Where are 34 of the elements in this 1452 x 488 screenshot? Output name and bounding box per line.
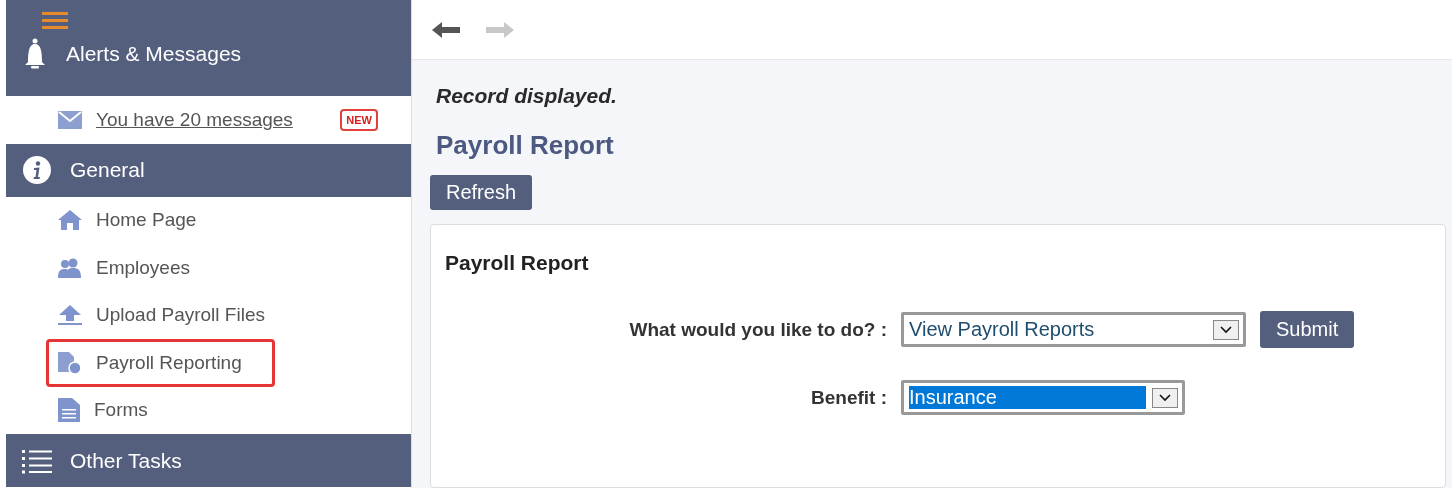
new-badge: NEW [340,108,378,131]
refresh-button[interactable]: Refresh [430,175,533,210]
caret-icon [1152,387,1178,408]
page-title: Payroll Report [436,130,614,161]
info-icon [22,155,52,185]
status-message: Record displayed. [436,84,617,108]
caret-icon [1213,319,1239,340]
field-label: Benefit : [810,386,887,409]
people-icon [58,257,82,278]
house-icon [58,210,82,231]
section-title: Alerts & Messages [66,42,242,66]
sidebar-item[interactable]: Home Page [46,196,230,244]
dropdown[interactable]: View Payroll Reports [901,312,1246,347]
sidebar-item[interactable]: Payroll Reporting [46,339,275,387]
list-icon [22,447,52,474]
form-icon [58,398,80,423]
sidebar-item[interactable]: Upload Payroll Files [46,291,298,339]
sidebar-item[interactable]: Employees [46,244,223,292]
field-label: What would you like to do? : [628,318,887,341]
sidebar-item[interactable]: You have 20 messages NEW [46,96,411,144]
section-header[interactable]: General [6,143,411,197]
menu-icon[interactable] [42,12,68,30]
card-title: Payroll Report [445,251,590,275]
section-title: Other Tasks [70,448,182,473]
back-arrow-icon[interactable] [432,21,460,38]
section-header[interactable]: Other Tasks [6,434,411,487]
submit-button[interactable]: Submit [1260,311,1355,348]
dropdown[interactable]: Insurance [901,380,1185,415]
sidebar-item[interactable]: Forms [46,386,181,434]
upload-icon [58,305,82,326]
section-header[interactable]: Alerts & Messages [6,0,411,96]
envelope-icon [58,110,82,129]
section-title: General [70,158,145,182]
document-icon [58,351,82,374]
